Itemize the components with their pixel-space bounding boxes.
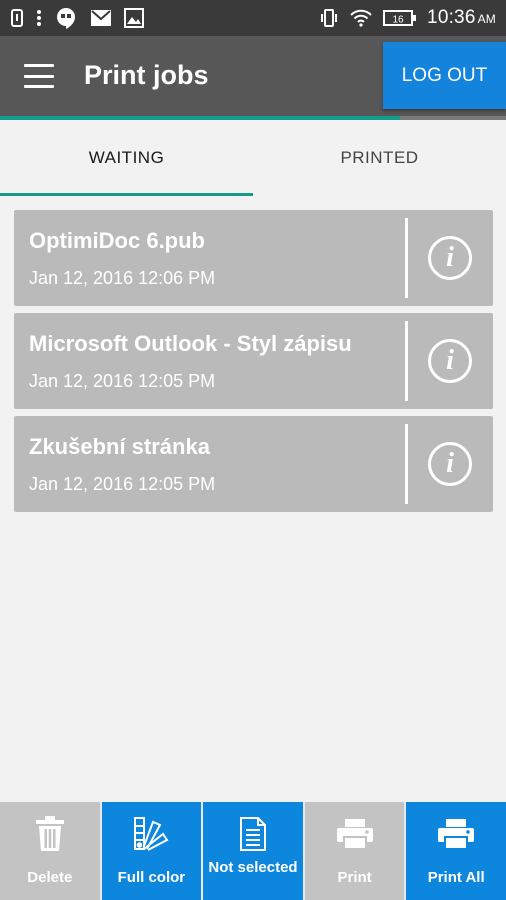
- info-icon[interactable]: i: [428, 339, 472, 383]
- print-all-button[interactable]: Print All: [406, 802, 506, 900]
- tab-bar: WAITING PRINTED: [0, 120, 506, 196]
- job-list: OptimiDoc 6.pub Jan 12, 2016 12:06 PM i …: [14, 210, 493, 519]
- clock: 10:36 AM: [427, 7, 496, 28]
- status-bar-notifications: [10, 6, 144, 30]
- print-all-label: Print All: [427, 869, 485, 886]
- color-palette-icon: [133, 814, 169, 854]
- battery-level-text: 16: [392, 15, 404, 26]
- printer-icon: [437, 814, 475, 854]
- job-name: Microsoft Outlook - Styl zápisu: [29, 331, 352, 356]
- printer-icon: [336, 814, 374, 854]
- more-vertical-icon: [36, 9, 42, 27]
- mail-icon: [90, 9, 112, 27]
- job-name: OptimiDoc 6.pub: [29, 228, 205, 253]
- tab-waiting[interactable]: WAITING: [0, 120, 253, 196]
- print-button[interactable]: Print: [304, 802, 407, 900]
- delete-label: Delete: [27, 869, 73, 886]
- job-date: Jan 12, 2016 12:06 PM: [29, 268, 216, 288]
- vibrate-notification-icon: [10, 9, 24, 27]
- tab-printed[interactable]: PRINTED: [253, 120, 506, 196]
- app-bar: Print jobs LOG OUT: [0, 36, 506, 116]
- info-icon[interactable]: i: [428, 442, 472, 486]
- info-icon[interactable]: i: [428, 236, 472, 280]
- job-date: Jan 12, 2016 12:05 PM: [29, 371, 216, 391]
- hamburger-menu-icon[interactable]: [22, 60, 56, 92]
- full-color-label: Full color: [117, 869, 186, 886]
- job-divider: [405, 218, 408, 298]
- status-bar-system: 16 10:36 AM: [319, 7, 496, 29]
- not-selected-button[interactable]: Not selected: [203, 802, 305, 900]
- gallery-icon: [124, 8, 144, 28]
- job-item[interactable]: OptimiDoc 6.pub Jan 12, 2016 12:06 PM i: [14, 210, 493, 306]
- logout-button[interactable]: LOG OUT: [383, 42, 506, 109]
- wifi-icon: [349, 8, 373, 28]
- trash-icon: [35, 814, 65, 854]
- battery-icon: 16: [383, 9, 417, 27]
- bottom-action-bar: Delete Full color Not selected Print Pri…: [0, 802, 506, 900]
- delete-button[interactable]: Delete: [0, 802, 102, 900]
- hangouts-icon: [54, 6, 78, 30]
- job-divider: [405, 424, 408, 504]
- job-item[interactable]: Zkušební stránka Jan 12, 2016 12:05 PM i: [14, 416, 493, 512]
- job-divider: [405, 321, 408, 401]
- job-date: Jan 12, 2016 12:05 PM: [29, 474, 216, 494]
- print-label: Print: [337, 869, 372, 886]
- status-bar: 16 10:36 AM: [0, 0, 506, 36]
- job-name: Zkušební stránka: [29, 434, 210, 459]
- document-icon: [239, 814, 267, 854]
- full-color-button[interactable]: Full color: [101, 802, 204, 900]
- job-item[interactable]: Microsoft Outlook - Styl zápisu Jan 12, …: [14, 313, 493, 409]
- vibrate-mode-icon: [319, 8, 339, 28]
- page-title: Print jobs: [84, 60, 209, 90]
- not-selected-label: Not selected: [208, 859, 298, 876]
